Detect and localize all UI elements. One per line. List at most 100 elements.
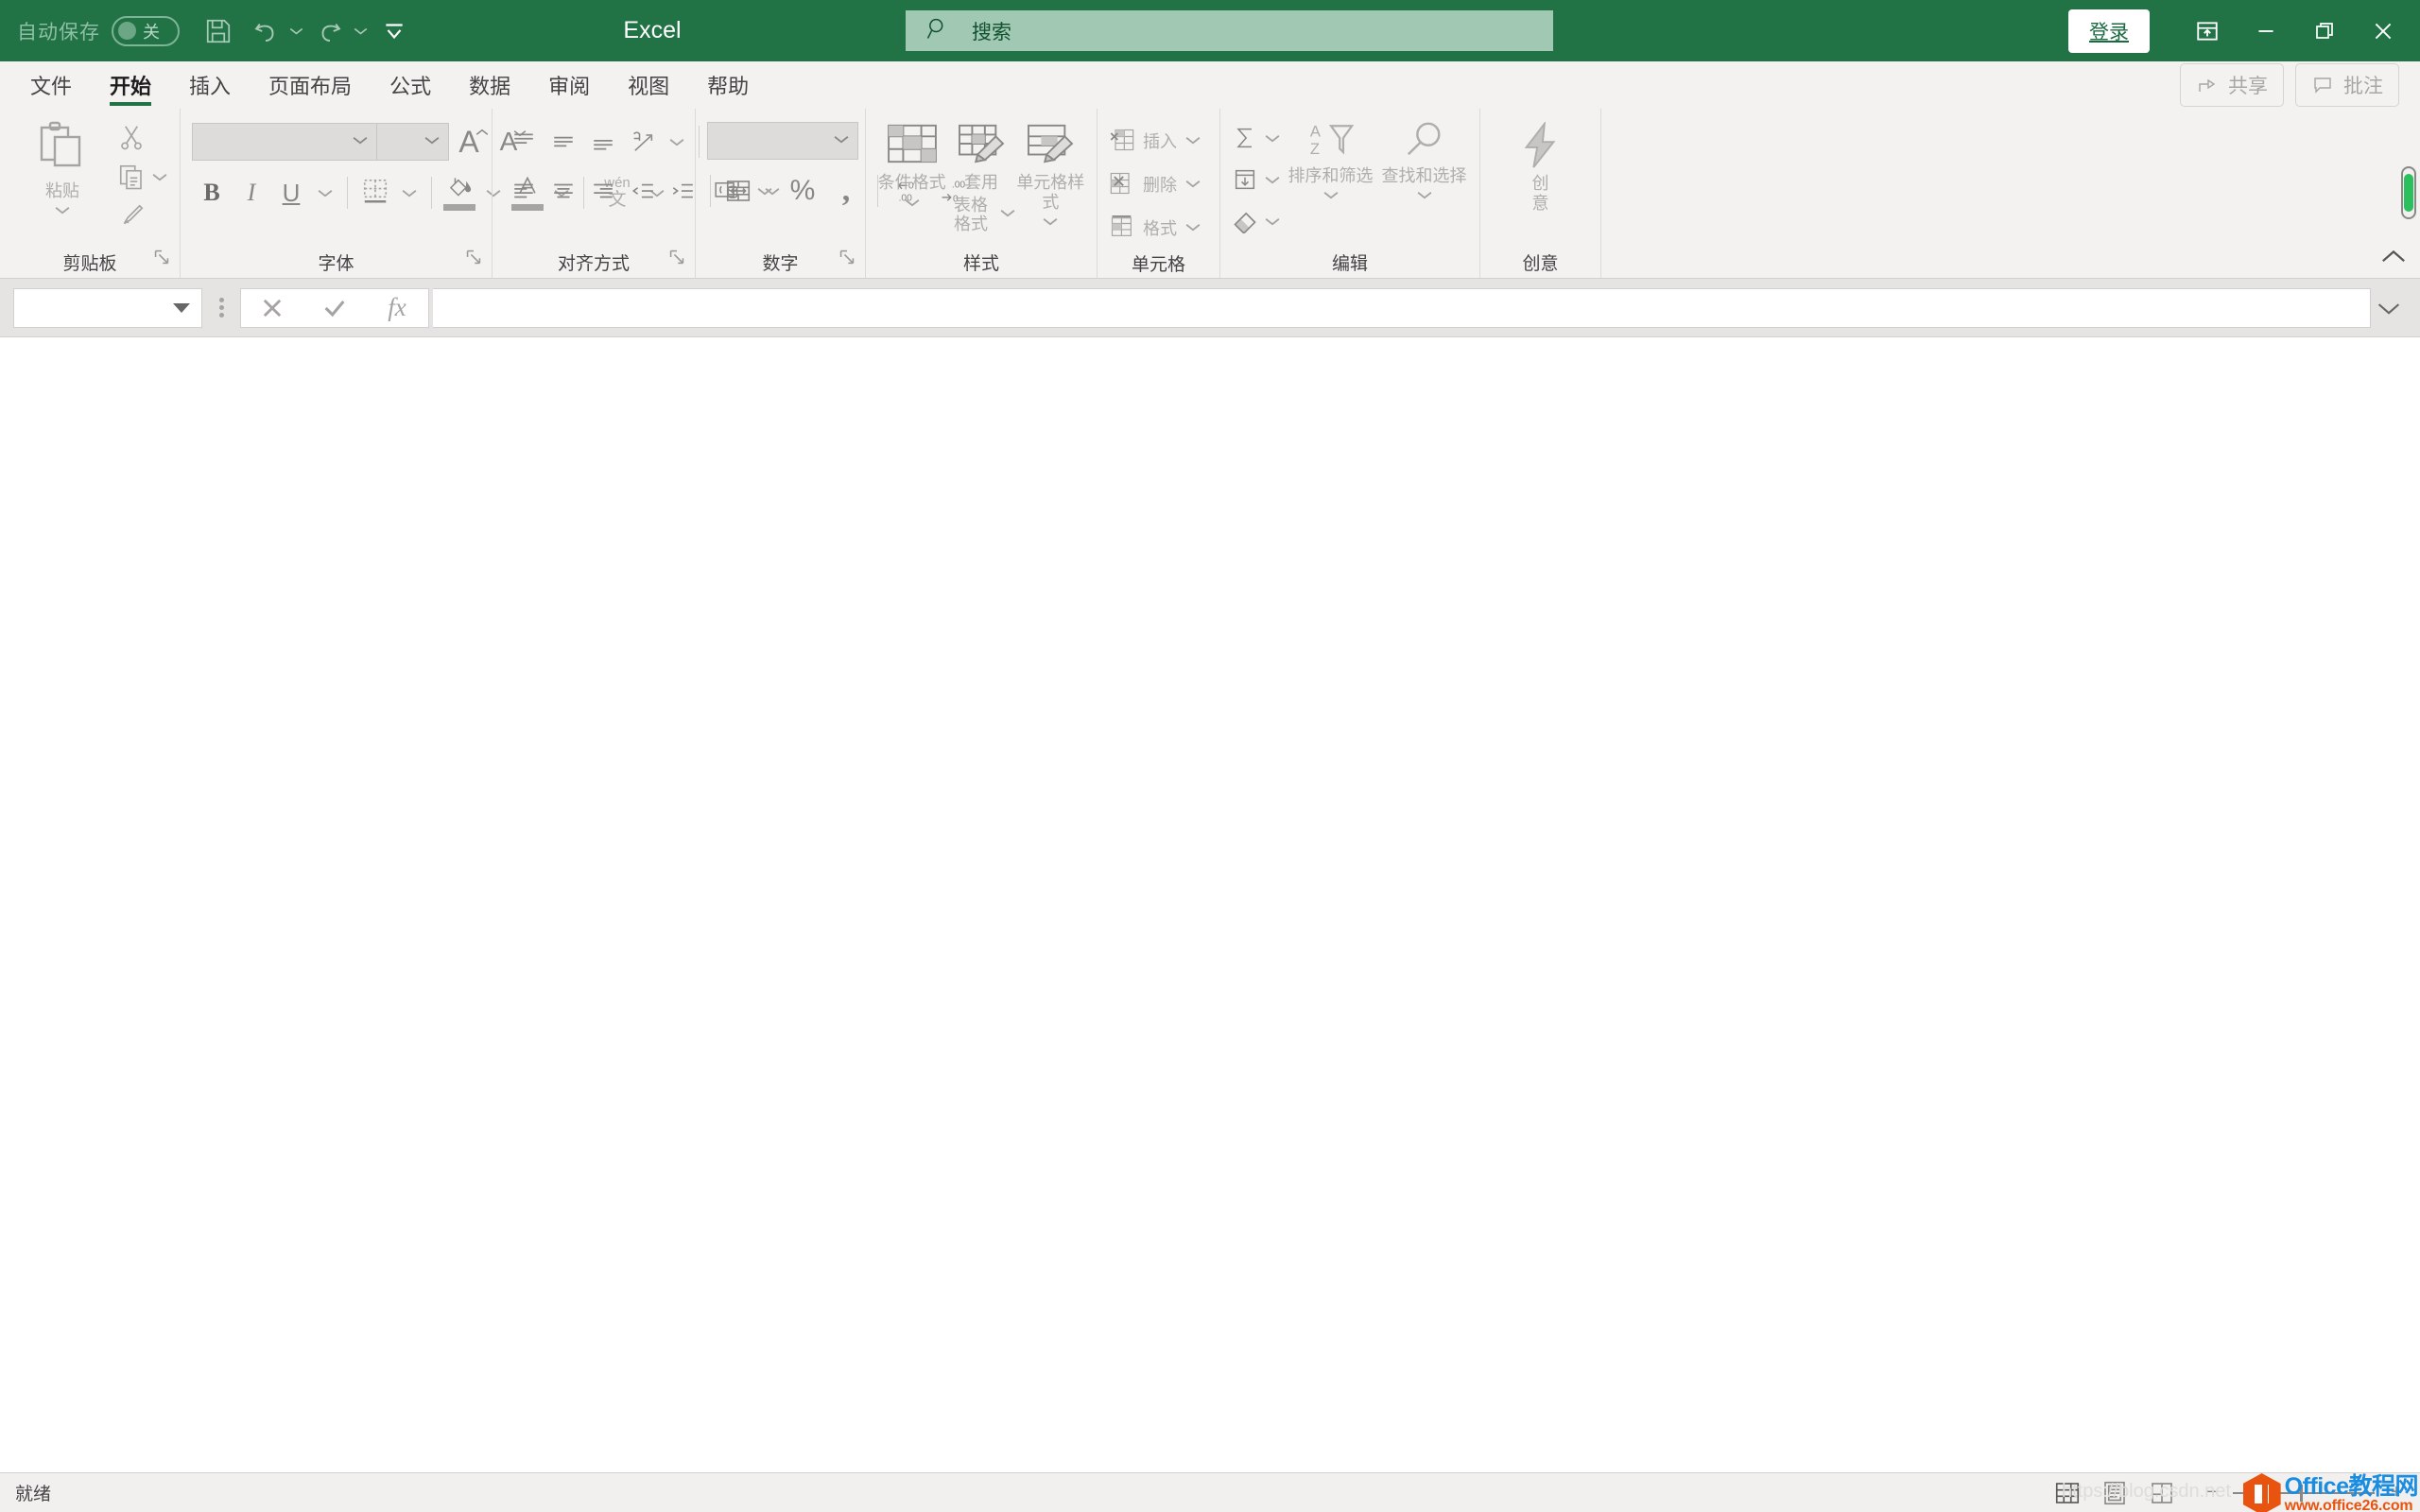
format-cells-button[interactable]: 格式 (1109, 209, 1201, 249)
autosum-button[interactable] (1232, 120, 1281, 160)
clear-button[interactable] (1232, 203, 1281, 243)
number-dialog-launcher[interactable] (838, 249, 856, 271)
cell-styles-chevron-down-icon[interactable] (1042, 215, 1059, 232)
worksheet-area[interactable] (0, 337, 2420, 1472)
orientation-button[interactable] (623, 122, 663, 162)
decrease-indent-button[interactable] (623, 171, 663, 211)
underline-chevron-down-icon[interactable] (311, 173, 339, 213)
sign-in-button[interactable]: 登录 (2068, 9, 2150, 53)
align-top-button[interactable] (504, 122, 544, 162)
format-painter-button[interactable] (113, 199, 168, 237)
ribbon-tabs: 文件 开始 插入 页面布局 公式 数据 审阅 视图 帮助 (0, 61, 768, 109)
font-name-chevron-down-icon[interactable] (352, 133, 369, 150)
sort-and-filter-chevron-down-icon[interactable] (1322, 188, 1340, 205)
format-as-table-chevron-down-icon[interactable] (999, 206, 1016, 223)
tab-help[interactable]: 帮助 (688, 61, 768, 109)
fill-chevron-down-icon[interactable] (1264, 173, 1281, 190)
conditional-formatting-chevron-down-icon[interactable] (904, 196, 921, 213)
increase-font-size-button[interactable]: A (449, 122, 489, 162)
font-size-chevron-down-icon[interactable] (424, 133, 441, 150)
redo-dropdown-chevron-down-icon[interactable] (352, 12, 369, 50)
orientation-chevron-down-icon[interactable] (663, 122, 691, 162)
comma-format-button[interactable]: , (826, 171, 866, 211)
borders-button[interactable] (355, 173, 395, 213)
expand-formula-bar-button[interactable] (2371, 301, 2407, 316)
tab-review[interactable]: 审阅 (529, 61, 609, 109)
ribbon-vertical-scrollbar[interactable] (2401, 166, 2416, 219)
insert-cells-button[interactable]: 插入 (1109, 122, 1201, 162)
insert-function-icon[interactable]: fx (366, 289, 428, 327)
find-and-select-chevron-down-icon[interactable] (1416, 188, 1433, 205)
enter-icon[interactable] (303, 289, 366, 327)
tab-home[interactable]: 开始 (91, 61, 170, 109)
fill-color-button[interactable] (440, 173, 479, 213)
cell-styles-button[interactable]: 单元格样式 (1016, 122, 1085, 232)
paste-button[interactable]: 粘贴 (11, 118, 113, 220)
tab-insert[interactable]: 插入 (170, 61, 250, 109)
autosave-toggle[interactable]: 关 (112, 15, 180, 46)
tab-page-layout[interactable]: 页面布局 (250, 61, 371, 109)
font-name-combobox[interactable] (192, 123, 377, 161)
number-format-combobox[interactable] (707, 122, 858, 160)
format-cells-chevron-down-icon[interactable] (1184, 220, 1201, 237)
format-as-table-button[interactable]: 套用 表格格式 (946, 122, 1015, 234)
italic-button[interactable]: I (232, 173, 271, 213)
copy-button[interactable] (113, 160, 168, 198)
delete-cells-chevron-down-icon[interactable] (1184, 177, 1201, 194)
formula-input[interactable] (433, 287, 2371, 328)
comment-button[interactable]: 批注 (2295, 63, 2399, 107)
formula-bar-grip[interactable] (202, 295, 240, 320)
ribbon-scrollbar-thumb[interactable] (2404, 174, 2413, 212)
borders-chevron-down-icon[interactable] (395, 173, 424, 213)
restore-icon[interactable] (2295, 0, 2354, 61)
align-center-button[interactable] (544, 171, 583, 211)
number-format-chevron-down-icon[interactable] (833, 132, 850, 149)
share-button[interactable]: 共享 (2180, 63, 2284, 107)
copy-chevron-down-icon[interactable] (151, 170, 168, 187)
name-box-chevron-down-icon[interactable] (173, 302, 190, 313)
undo-dropdown-chevron-down-icon[interactable] (287, 12, 304, 50)
align-bottom-button[interactable] (583, 122, 623, 162)
ribbon-display-options-icon[interactable] (2178, 0, 2237, 61)
percent-format-button[interactable]: % (783, 171, 822, 211)
tab-view[interactable]: 视图 (609, 61, 688, 109)
clipboard-small-buttons (113, 118, 168, 237)
collapse-ribbon-button[interactable] (2380, 249, 2407, 270)
tab-file[interactable]: 文件 (11, 61, 91, 109)
close-icon[interactable] (2354, 0, 2412, 61)
sort-and-filter-button[interactable]: A Z 排序和筛选 (1287, 116, 1374, 205)
cancel-icon[interactable] (241, 289, 303, 327)
insert-cells-chevron-down-icon[interactable] (1184, 133, 1201, 150)
undo-icon[interactable] (244, 9, 287, 53)
align-right-button[interactable] (583, 171, 623, 211)
underline-button[interactable]: U (271, 173, 311, 213)
tab-formulas[interactable]: 公式 (371, 61, 450, 109)
find-and-select-button[interactable]: 查找和选择 (1380, 116, 1468, 205)
redo-group[interactable] (308, 9, 369, 53)
minimize-icon[interactable] (2237, 0, 2295, 61)
search-input[interactable]: 搜索 (906, 10, 1553, 51)
save-icon[interactable] (197, 9, 240, 53)
paste-chevron-down-icon[interactable] (54, 203, 71, 220)
align-middle-button[interactable] (544, 122, 583, 162)
cut-button[interactable] (113, 120, 168, 158)
undo-group[interactable] (244, 9, 304, 53)
accounting-format-chevron-down-icon[interactable] (751, 171, 779, 211)
font-dialog-launcher[interactable] (465, 249, 482, 271)
font-size-combobox[interactable] (377, 123, 449, 161)
customize-quick-access-toolbar-icon[interactable] (372, 9, 416, 53)
clipboard-dialog-launcher[interactable] (153, 249, 170, 271)
clear-chevron-down-icon[interactable] (1264, 215, 1281, 232)
autosum-chevron-down-icon[interactable] (1264, 131, 1281, 148)
name-box[interactable] (13, 287, 202, 328)
alignment-dialog-launcher[interactable] (668, 249, 685, 271)
redo-icon[interactable] (308, 9, 352, 53)
fill-button[interactable] (1232, 162, 1281, 201)
tab-data[interactable]: 数据 (450, 61, 529, 109)
delete-cells-button[interactable]: 删除 (1109, 165, 1201, 205)
accounting-format-button[interactable] (707, 171, 747, 211)
align-left-button[interactable] (504, 171, 544, 211)
conditional-formatting-button[interactable]: 条件格式 (877, 122, 946, 213)
ideas-button[interactable]: 创 意 (1503, 120, 1579, 213)
bold-button[interactable]: B (192, 173, 232, 213)
